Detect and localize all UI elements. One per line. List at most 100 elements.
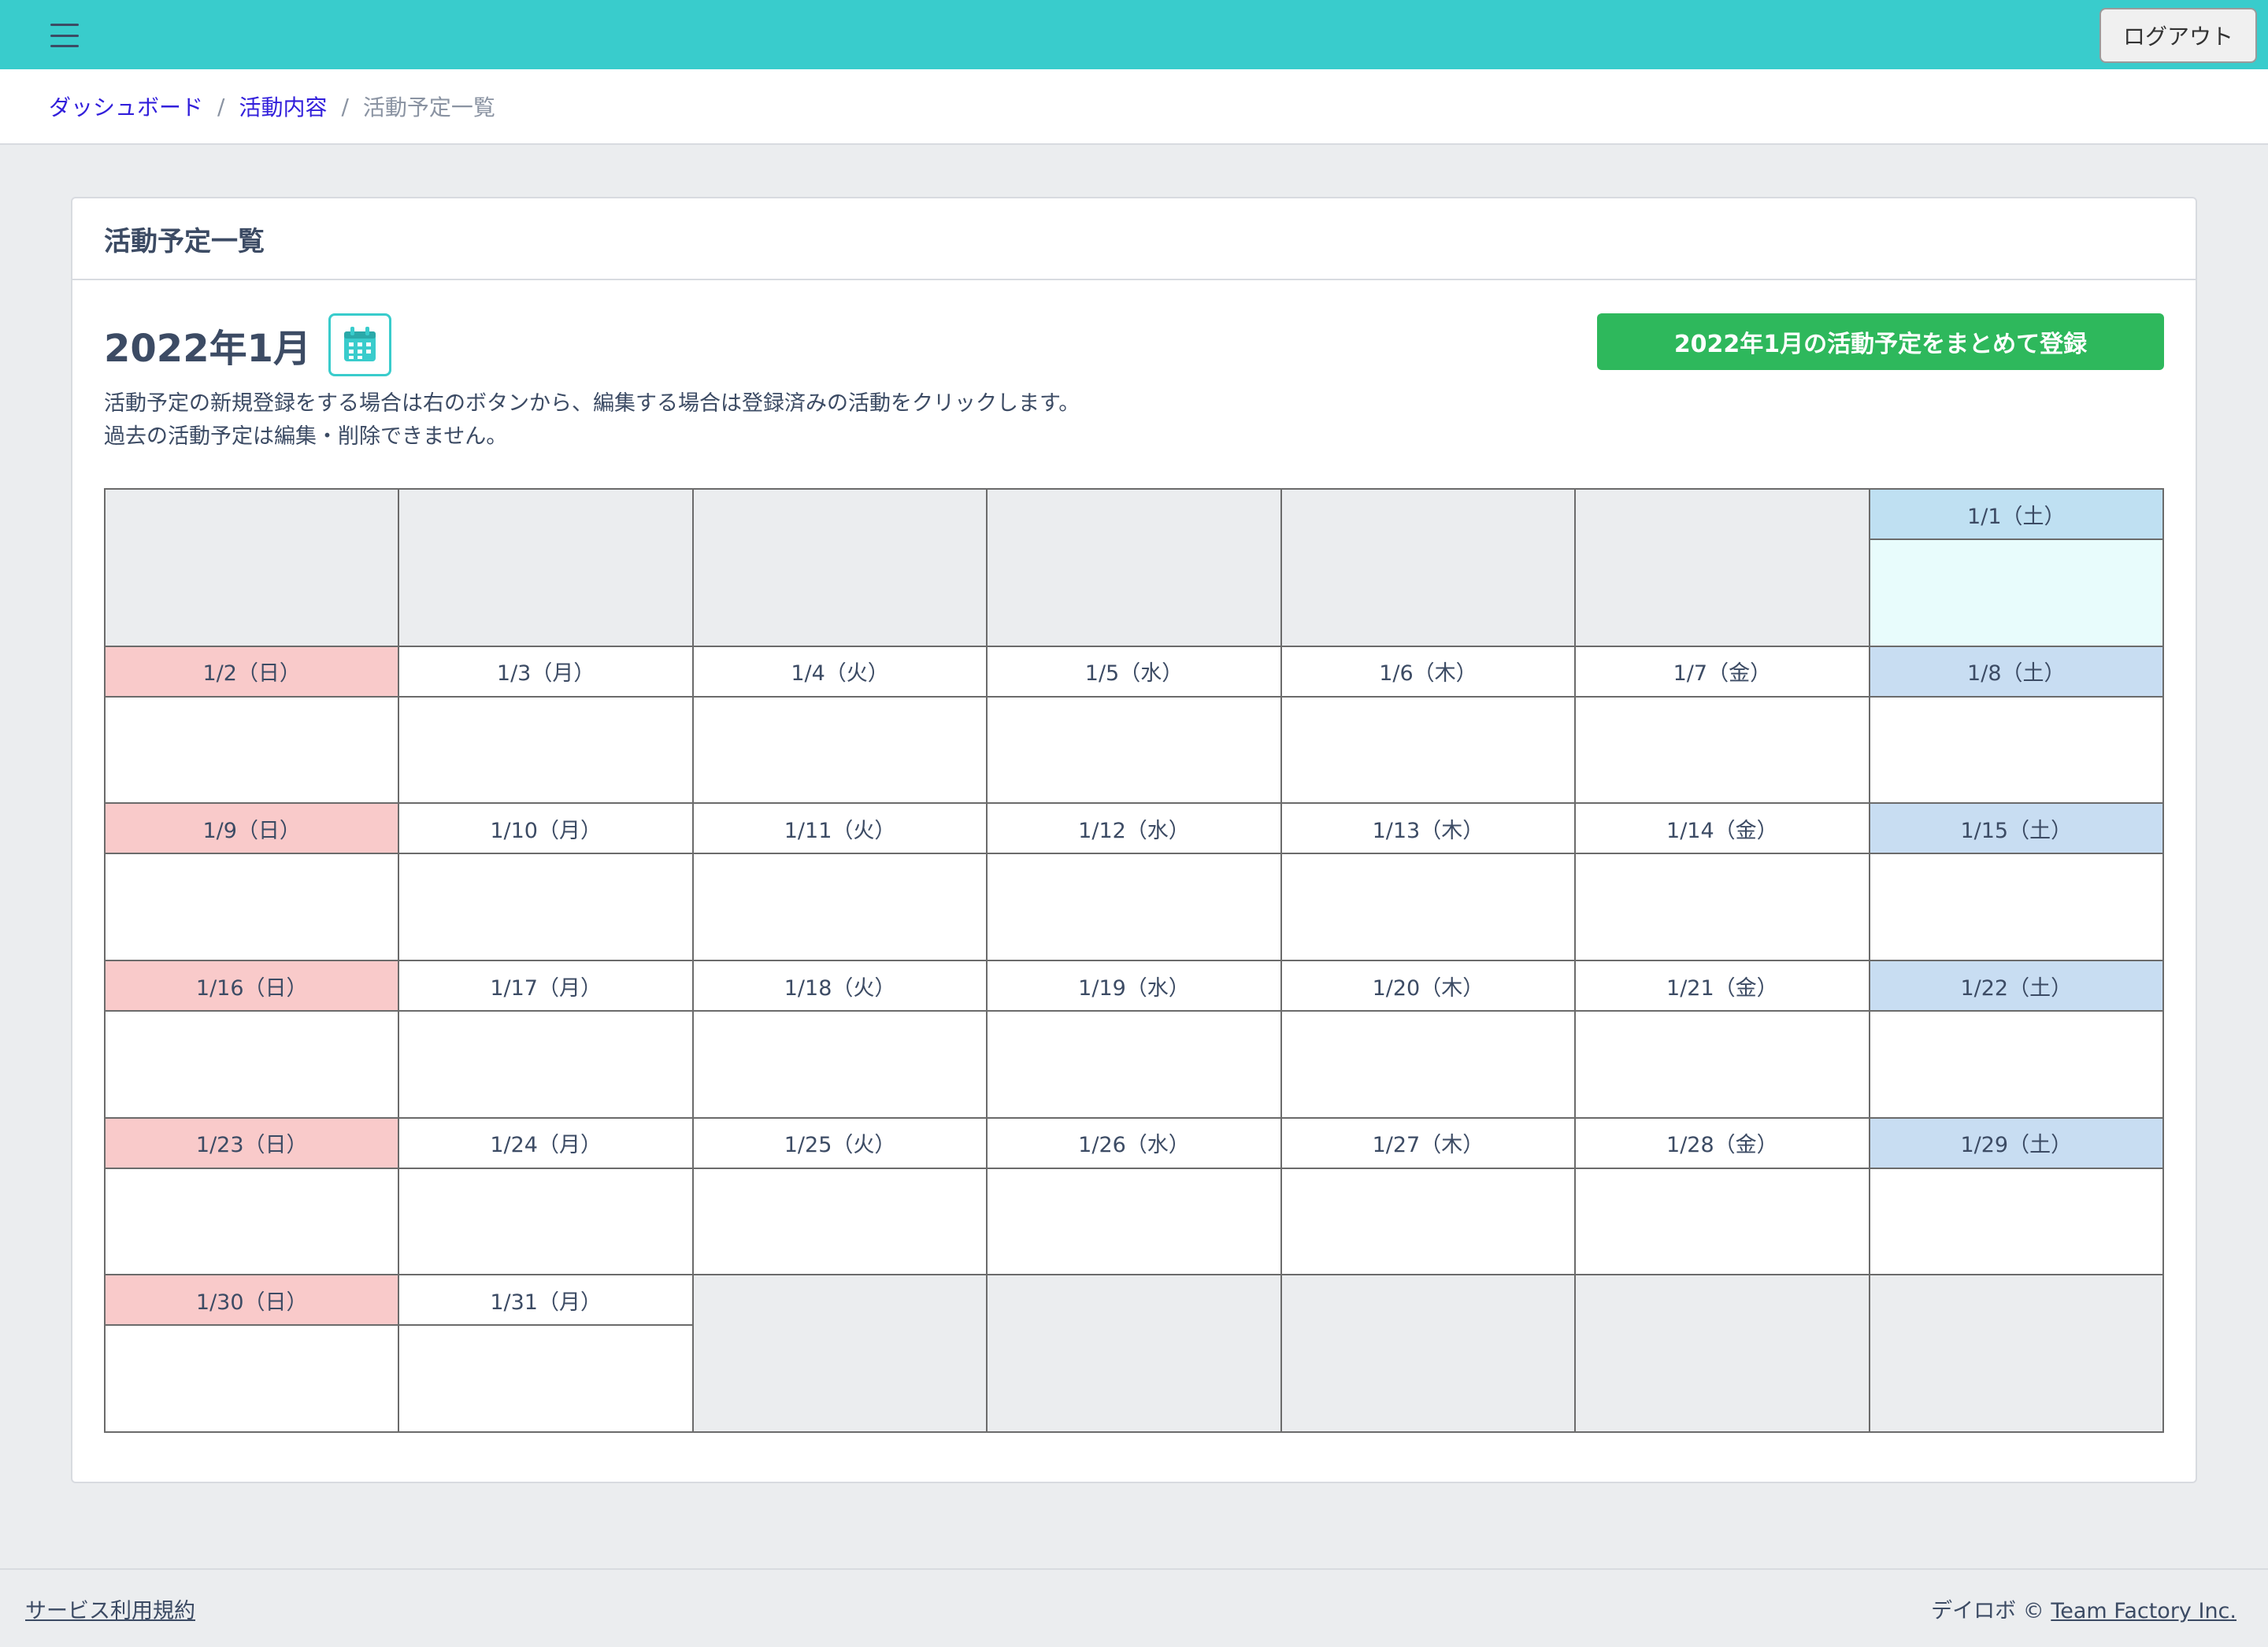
calendar-day-label[interactable]: 1/27（木） [1281,1119,1575,1169]
logout-button[interactable]: ログアウト [2099,8,2257,63]
calendar-day-label[interactable]: 1/3（月） [399,647,692,698]
calendar-day-cell[interactable]: 1/14（金） [1576,804,1870,961]
calendar-day-label[interactable]: 1/6（木） [1281,647,1575,698]
calendar-day-body[interactable] [1870,698,2162,803]
calendar-day-cell[interactable]: 1/2（日） [106,646,400,805]
calendar-day-cell[interactable]: 1/10（月） [399,804,694,961]
calendar-day-body[interactable] [988,1012,1280,1117]
calendar-day-body[interactable] [399,1012,691,1117]
calendar-day-label[interactable]: 1/14（金） [1576,804,1869,855]
calendar-day-cell[interactable]: 1/12（水） [988,804,1282,961]
calendar-day-label[interactable]: 1/24（月） [399,1119,692,1169]
calendar-day-label[interactable]: 1/15（土） [1870,804,2162,855]
calendar-day-cell[interactable]: 1/23（日） [106,1118,400,1276]
calendar-day-body[interactable] [399,698,691,803]
calendar-day-cell[interactable]: 1/26（水） [988,1118,1282,1276]
breadcrumb-activities[interactable]: 活動内容 [239,91,327,122]
calendar-day-cell[interactable]: 1/18（火） [693,961,988,1119]
calendar-day-label[interactable]: 1/19（水） [988,961,1280,1012]
calendar-day-cell[interactable]: 1/3（月） [399,646,694,805]
calendar-day-label[interactable]: 1/12（水） [988,804,1280,855]
calendar-day-cell[interactable]: 1/11（火） [693,804,988,961]
calendar-day-cell[interactable]: 1/17（月） [399,961,694,1119]
calendar-day-body[interactable] [988,1169,1280,1275]
calendar-day-cell[interactable]: 1/21（金） [1576,961,1870,1119]
calendar-day-body[interactable] [106,1012,398,1117]
calendar-day-label[interactable]: 1/5（水） [988,647,1280,698]
calendar-day-cell[interactable]: 1/19（水） [988,961,1282,1119]
terms-link[interactable]: サービス利用規約 [25,1593,195,1624]
calendar-day-cell[interactable]: 1/4（火） [693,646,988,805]
calendar-day-body[interactable] [1576,1169,1868,1275]
calendar-day-body[interactable] [988,698,1280,803]
calendar-day-cell[interactable]: 1/25（火） [693,1118,988,1276]
breadcrumb-dashboard[interactable]: ダッシュボード [49,91,203,122]
calendar-day-label[interactable]: 1/17（月） [399,961,692,1012]
calendar-day-label[interactable]: 1/25（火） [693,1119,987,1169]
calendar-day-label[interactable]: 1/11（火） [693,804,987,855]
calendar-day-body[interactable] [1870,1169,2162,1275]
calendar-day-body[interactable] [1282,1169,1574,1275]
calendar-day-label[interactable]: 1/23（日） [106,1118,398,1169]
calendar-day-cell[interactable]: 1/7（金） [1576,646,1870,805]
calendar-day-cell[interactable]: 1/24（月） [399,1118,694,1276]
calendar-day-body[interactable] [106,1326,398,1431]
calendar-day-body[interactable] [1282,1012,1574,1117]
calendar-day-label[interactable]: 1/2（日） [106,646,398,698]
calendar-day-label[interactable]: 1/7（金） [1576,647,1869,698]
calendar-day-cell[interactable]: 1/16（日） [106,961,400,1119]
calendar-day-body[interactable] [1282,854,1574,960]
calendar-day-cell[interactable]: 1/27（木） [1281,1118,1577,1276]
calendar-day-body[interactable] [988,854,1280,960]
calendar-day-label[interactable]: 1/21（金） [1576,961,1869,1012]
calendar-day-cell[interactable]: 1/20（木） [1281,961,1577,1119]
calendar-day-cell[interactable]: 1/31（月） [399,1275,694,1433]
calendar-day-body[interactable] [1576,1012,1868,1117]
calendar-day-body[interactable] [1576,698,1868,803]
calendar-day-cell[interactable]: 1/22（土） [1870,961,2164,1119]
calendar-day-label[interactable]: 1/31（月） [399,1275,692,1327]
calendar-day-cell[interactable]: 1/28（金） [1576,1118,1870,1276]
calendar-day-cell[interactable]: 1/6（木） [1281,646,1577,805]
calendar-day-label[interactable]: 1/1（土） [1870,490,2162,540]
company-link[interactable]: Team Factory Inc. [2051,1599,2236,1623]
calendar-day-cell[interactable]: 1/8（土） [1870,646,2164,805]
bulk-register-button[interactable]: 2022年1月の活動予定をまとめて登録 [1597,313,2164,370]
calendar-day-body[interactable] [1870,854,2162,960]
calendar-day-body[interactable] [106,698,398,803]
calendar-day-label[interactable]: 1/4（火） [693,647,987,698]
calendar-day-body[interactable] [694,1012,986,1117]
calendar-day-label[interactable]: 1/18（火） [693,961,987,1012]
calendar-day-cell[interactable]: 1/5（水） [988,646,1282,805]
calendar-day-cell[interactable]: 1/13（木） [1281,804,1577,961]
calendar-day-label[interactable]: 1/10（月） [399,804,692,855]
calendar-day-label[interactable]: 1/30（日） [106,1275,398,1327]
calendar-day-label[interactable]: 1/28（金） [1576,1119,1869,1169]
calendar-day-label[interactable]: 1/16（日） [106,961,398,1012]
calendar-day-label[interactable]: 1/20（木） [1281,961,1575,1012]
calendar-day-body[interactable] [694,698,986,803]
calendar-day-body[interactable] [694,1169,986,1275]
calendar-day-label[interactable]: 1/8（土） [1870,646,2162,698]
calendar-day-body[interactable] [1870,1012,2162,1117]
calendar-day-label[interactable]: 1/29（土） [1870,1118,2162,1169]
month-picker-button[interactable] [328,313,391,376]
calendar-day-label[interactable]: 1/13（木） [1281,804,1575,855]
calendar-day-cell[interactable]: 1/15（土） [1870,804,2164,961]
calendar-day-cell[interactable]: 1/9（日） [106,804,400,961]
calendar-day-body[interactable] [399,1326,691,1431]
calendar-day-body[interactable] [106,854,398,960]
calendar-day-body[interactable] [1282,698,1574,803]
calendar-day-body[interactable] [1870,540,2162,646]
calendar-day-body[interactable] [1576,854,1868,960]
calendar-day-cell[interactable]: 1/1（土） [1870,490,2164,647]
calendar-day-label[interactable]: 1/22（土） [1870,961,2162,1012]
calendar-day-cell[interactable]: 1/30（日） [106,1275,400,1433]
calendar-day-body[interactable] [399,854,691,960]
calendar-day-cell[interactable]: 1/29（土） [1870,1118,2164,1276]
calendar-day-body[interactable] [106,1169,398,1275]
calendar-day-label[interactable]: 1/9（日） [106,804,398,855]
hamburger-icon[interactable] [46,20,83,50]
calendar-day-label[interactable]: 1/26（水） [988,1119,1280,1169]
calendar-day-body[interactable] [694,854,986,960]
